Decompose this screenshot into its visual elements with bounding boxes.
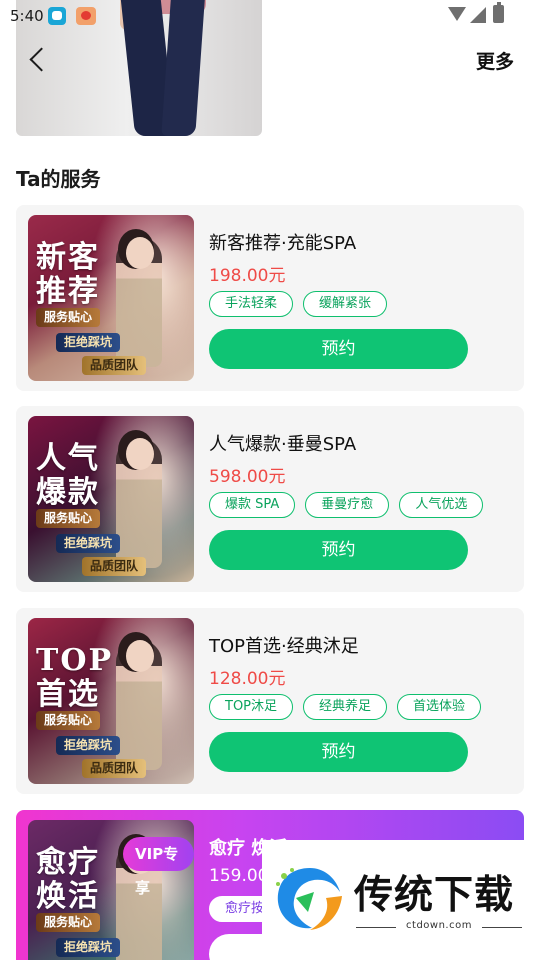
image-badge: 品质团队 xyxy=(82,557,147,576)
service-image: 新客推荐 服务贴心 拒绝踩坑 品质团队 xyxy=(28,215,194,381)
service-image-title: 新客推荐 xyxy=(36,240,100,309)
service-tag: TOP沐足 xyxy=(209,694,294,720)
service-tag: 经典养足 xyxy=(303,694,388,720)
image-badge: 品质团队 xyxy=(82,356,147,375)
service-tag: 首选体验 xyxy=(397,694,482,720)
service-tags: 手法轻柔 缓解紧张 xyxy=(209,291,388,317)
watermark-url: ctdown.com xyxy=(354,920,524,931)
section-title: Ta的服务 xyxy=(16,167,101,191)
more-button[interactable]: 更多 xyxy=(476,47,514,74)
service-image-title: TOP首选 xyxy=(36,643,114,712)
back-button[interactable] xyxy=(24,44,54,76)
image-badge: 服务贴心 xyxy=(36,308,101,327)
notification-app-icon-2 xyxy=(76,7,96,25)
image-badge: 拒绝踩坑 xyxy=(56,938,121,957)
service-price: 198.00元 xyxy=(209,266,286,286)
book-button[interactable]: 预约 xyxy=(209,732,468,772)
watermark: 传统下载 ctdown.com xyxy=(262,840,540,960)
service-price: 128.00元 xyxy=(209,669,286,689)
service-tag: 缓解紧张 xyxy=(303,291,388,317)
notification-app-icon xyxy=(48,7,66,25)
watermark-title: 传统下载 xyxy=(354,873,515,918)
service-card[interactable]: 人气爆款 服务贴心 拒绝踩坑 品质团队 人气爆款·垂曼SPA 598.00元 爆… xyxy=(16,406,524,592)
service-tag: 手法轻柔 xyxy=(209,291,294,317)
book-button[interactable]: 预约 xyxy=(209,530,468,570)
service-name: 人气爆款·垂曼SPA xyxy=(209,434,357,455)
signal-icon xyxy=(470,7,486,23)
service-tags: TOP沐足 经典养足 首选体验 xyxy=(209,694,482,720)
status-time: 5:40 xyxy=(10,7,44,25)
service-card[interactable]: 新客推荐 服务贴心 拒绝踩坑 品质团队 新客推荐·充能SPA 198.00元 手… xyxy=(16,205,524,391)
service-page: 5:40 更多 Ta的服务 新客推荐 服务贴心 拒绝踩坑 品质团队 新客推荐·充… xyxy=(0,0,540,960)
book-button[interactable]: 预约 xyxy=(209,329,468,369)
image-badge: 拒绝踩坑 xyxy=(56,534,121,553)
service-name: 新客推荐·充能SPA xyxy=(209,233,357,254)
service-image-title: 愈疗焕活 xyxy=(36,845,100,914)
service-tag: 人气优选 xyxy=(399,492,484,518)
service-tag: 垂曼疗愈 xyxy=(305,492,390,518)
service-tags: 爆款 SPA 垂曼疗愈 人气优选 xyxy=(209,492,484,518)
battery-icon xyxy=(493,2,504,23)
image-badge: 服务贴心 xyxy=(36,509,101,528)
service-name: TOP首选·经典沐足 xyxy=(209,636,359,657)
image-badge: 品质团队 xyxy=(82,759,147,778)
status-bar: 5:40 xyxy=(0,0,540,32)
service-price: 159.00 xyxy=(209,866,269,886)
service-image: TOP首选 服务贴心 拒绝踩坑 品质团队 xyxy=(28,618,194,784)
image-badge: 服务贴心 xyxy=(36,913,101,932)
service-image: 愈疗焕活 服务贴心 拒绝踩坑 VIP专享 xyxy=(28,820,194,960)
service-image-title: 人气爆款 xyxy=(36,441,100,510)
service-card[interactable]: TOP首选 服务贴心 拒绝踩坑 品质团队 TOP首选·经典沐足 128.00元 … xyxy=(16,608,524,794)
wifi-icon xyxy=(448,7,466,21)
image-badge: 拒绝踩坑 xyxy=(56,333,121,352)
service-tag: 爆款 SPA xyxy=(209,492,296,518)
image-badge: 拒绝踩坑 xyxy=(56,736,121,755)
service-image: 人气爆款 服务贴心 拒绝踩坑 品质团队 xyxy=(28,416,194,582)
watermark-logo-icon xyxy=(276,868,342,930)
service-price: 598.00元 xyxy=(209,467,286,487)
vip-badge: VIP专享 xyxy=(123,837,194,897)
image-badge: 服务贴心 xyxy=(36,711,101,730)
